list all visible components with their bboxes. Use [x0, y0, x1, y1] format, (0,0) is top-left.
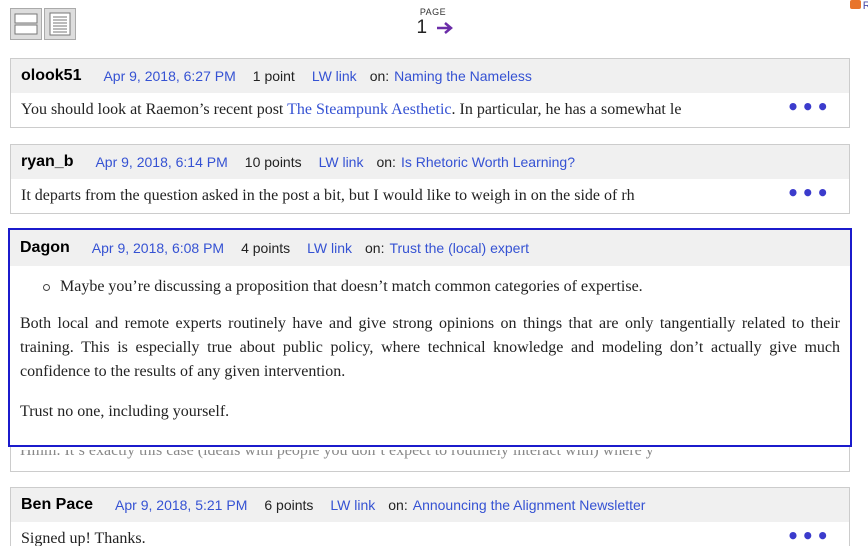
comment-item: olook51 Apr 9, 2018, 6:27 PM 1 point LW … — [10, 58, 850, 128]
lw-link[interactable]: LW link — [312, 68, 357, 84]
comment-date[interactable]: Apr 9, 2018, 5:21 PM — [115, 497, 247, 513]
rss-icon — [849, 0, 861, 9]
bullet-circle-icon — [43, 283, 50, 291]
collapsed-comment-text: Hmm. It’s exactly this case (ideals with… — [20, 450, 654, 459]
comment-paragraph: Trust no one, including yourself. — [20, 403, 230, 420]
comment-header: ryan_b Apr 9, 2018, 6:14 PM 10 points LW… — [11, 145, 849, 179]
comment-points: 6 points — [264, 497, 314, 513]
comment-item: ryan_b Apr 9, 2018, 6:14 PM 10 points LW… — [10, 144, 850, 214]
comment-body: Signed up! Thanks. — [11, 522, 849, 546]
post-link[interactable]: Naming the Nameless — [394, 68, 532, 84]
comment-author[interactable]: olook51 — [21, 67, 81, 85]
comment-date[interactable]: Apr 9, 2018, 6:14 PM — [95, 154, 227, 170]
comment-item: Ben Pace Apr 9, 2018, 5:21 PM 6 points L… — [10, 487, 850, 546]
lw-link[interactable]: LW link — [330, 497, 375, 513]
comment-body: You should look at Raemon’s recent post … — [11, 93, 849, 119]
page-label: PAGE — [419, 7, 447, 17]
lw-link[interactable]: LW link — [307, 240, 352, 256]
comment-points: 10 points — [244, 154, 302, 170]
compact-view-button[interactable] — [10, 8, 42, 40]
comment-paragraph: Both local and remote experts routinely … — [20, 315, 840, 380]
comment-header: Dagon Apr 9, 2018, 6:08 PM 4 points LW l… — [10, 230, 850, 266]
body-link[interactable]: The Steampunk Aesthetic — [287, 101, 451, 118]
post-link[interactable]: Announcing the Alignment Newsletter — [413, 497, 646, 513]
comment-author[interactable]: ryan_b — [21, 153, 73, 171]
comment-author[interactable]: Dagon — [20, 239, 70, 257]
comment-header: olook51 Apr 9, 2018, 6:27 PM 1 point LW … — [11, 59, 849, 93]
on-label: on: — [376, 154, 396, 170]
comment-author[interactable]: Ben Pace — [21, 496, 93, 514]
comment-points: 1 point — [252, 68, 295, 84]
current-page: 1 — [416, 17, 428, 38]
quoted-bullet: Maybe you’re discussing a proposition th… — [43, 278, 850, 296]
pagination: PAGE 1 — [410, 7, 456, 40]
expanded-view-icon — [49, 12, 71, 36]
comment-body: It departs from the question asked in th… — [11, 179, 849, 205]
compact-view-icon — [14, 13, 38, 35]
more-options-icon[interactable]: ••• — [787, 95, 831, 119]
on-label: on: — [369, 68, 390, 84]
next-page-icon[interactable] — [436, 21, 454, 40]
post-link[interactable]: Trust the (local) expert — [389, 240, 529, 256]
on-label: on: — [365, 240, 385, 256]
more-options-icon[interactable]: ••• — [787, 524, 831, 546]
on-label: on: — [388, 497, 408, 513]
comment-points: 4 points — [241, 240, 291, 256]
comment-date[interactable]: Apr 9, 2018, 6:08 PM — [92, 240, 224, 256]
lw-link[interactable]: LW link — [319, 154, 364, 170]
comment-header: Ben Pace Apr 9, 2018, 5:21 PM 6 points L… — [11, 488, 849, 522]
expanded-view-button[interactable] — [44, 8, 76, 40]
comment-date[interactable]: Apr 9, 2018, 6:27 PM — [103, 68, 235, 84]
post-link[interactable]: Is Rhetoric Worth Learning? — [401, 154, 575, 170]
comment-item-expanded: Dagon Apr 9, 2018, 6:08 PM 4 points LW l… — [8, 228, 852, 447]
rss-link[interactable]: RS — [849, 0, 868, 12]
more-options-icon[interactable]: ••• — [787, 181, 831, 205]
